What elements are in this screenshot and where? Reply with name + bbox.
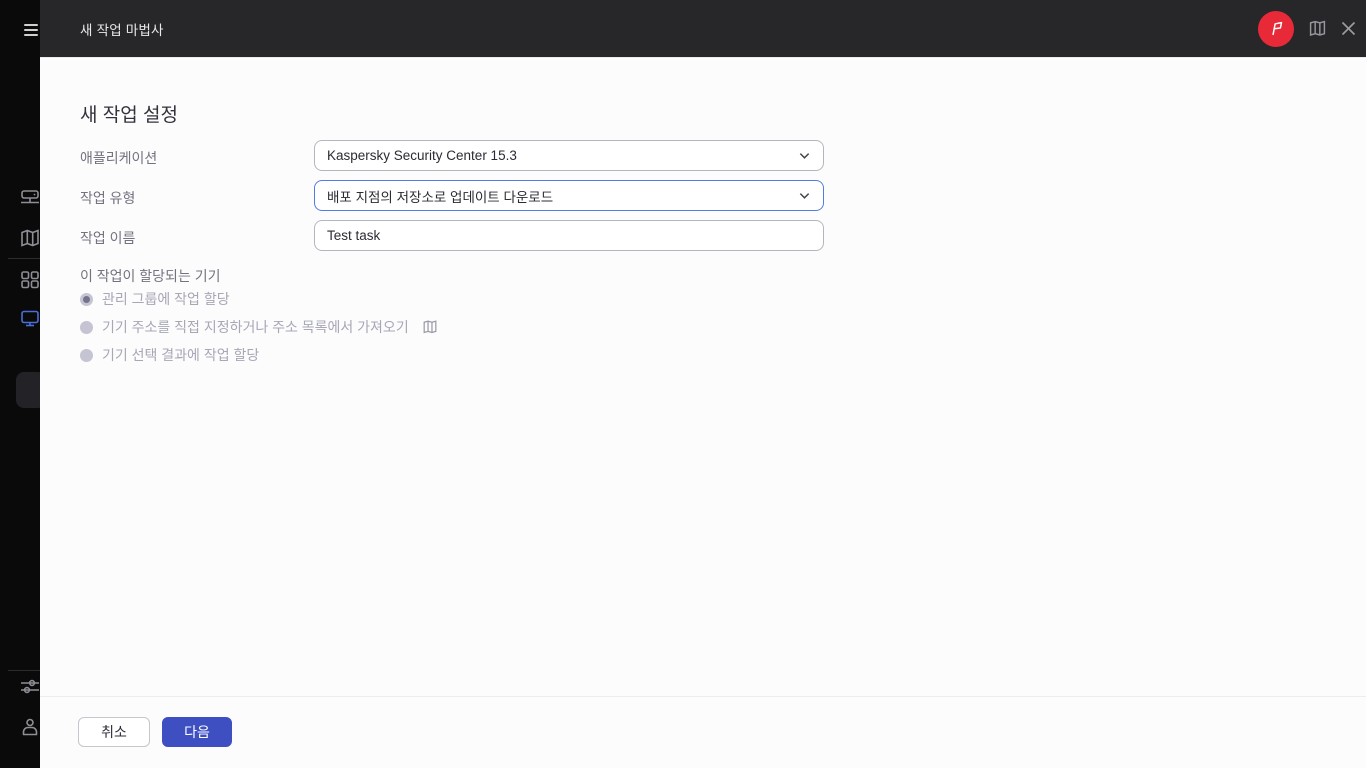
devices-monitor-icon[interactable] [19,307,40,329]
whats-new-button[interactable] [1258,10,1294,47]
menu-icon[interactable] [24,24,38,36]
radio-unselected-icon [80,320,93,334]
radio-label: 관리 그룹에 작업 할당 [102,291,230,307]
sidebar-divider [8,258,40,259]
radio-option-admin-group[interactable]: 관리 그룹에 작업 할당 [80,289,230,309]
header-actions [1258,0,1356,57]
task-type-value: 배포 지점의 저장소로 업데이트 다운로드 [327,189,554,205]
radio-label: 기기 선택 결과에 작업 할당 [102,347,260,363]
whats-new-flag-icon [1258,10,1294,47]
cancel-button[interactable]: 취소 [78,717,150,747]
page-title: 새 작업 설정 [80,105,178,126]
app-sidebar [0,0,40,768]
wizard-header: 새 작업 마법사 [40,0,1366,57]
apps-grid-icon[interactable] [19,268,40,290]
address-book-icon [423,320,437,334]
close-icon [1341,21,1356,36]
application-select[interactable]: Kaspersky Security Center 15.3 [314,140,824,171]
help-book-icon [1309,20,1326,36]
wizard-panel: 새 작업 설정 애플리케이션 Kaspersky Security Center… [40,57,1366,768]
task-name-input[interactable] [314,220,824,251]
map-icon[interactable] [19,227,40,249]
task-name-label: 작업 이름 [80,230,136,246]
user-icon[interactable] [19,716,40,738]
application-value: Kaspersky Security Center 15.3 [327,148,517,163]
radio-option-device-addresses[interactable]: 기기 주소를 직접 지정하거나 주소 목록에서 가져오기 [80,317,438,337]
chevron-down-icon [799,153,810,159]
sidebar-divider-bottom [8,670,40,671]
server-hierarchy-icon[interactable] [19,187,40,209]
sidebar-active-item[interactable] [16,372,40,408]
next-button[interactable]: 다음 [162,717,232,747]
chevron-down-icon [799,193,810,199]
kaspersky-logo-icon [24,84,40,148]
task-type-label: 작업 유형 [80,190,136,206]
radio-unselected-icon [80,348,93,362]
screen: 새 작업 마법사 새 작업 설정 애플리케이션 Kaspersky Securi… [0,0,1366,768]
close-button[interactable] [1341,21,1356,36]
task-type-select[interactable]: 배포 지점의 저장소로 업데이트 다운로드 [314,180,824,211]
wizard-title: 새 작업 마법사 [80,22,164,38]
help-book-button[interactable] [1308,19,1327,38]
devices-section-label: 이 작업이 할당되는 기기 [80,268,221,284]
radio-option-device-selection[interactable]: 기기 선택 결과에 작업 할당 [80,345,259,365]
radio-selected-icon [80,292,93,306]
settings-sliders-icon[interactable] [19,675,40,697]
radio-label: 기기 주소를 직접 지정하거나 주소 목록에서 가져오기 [102,319,409,335]
application-label: 애플리케이션 [80,150,158,166]
footer-divider [40,696,1366,697]
